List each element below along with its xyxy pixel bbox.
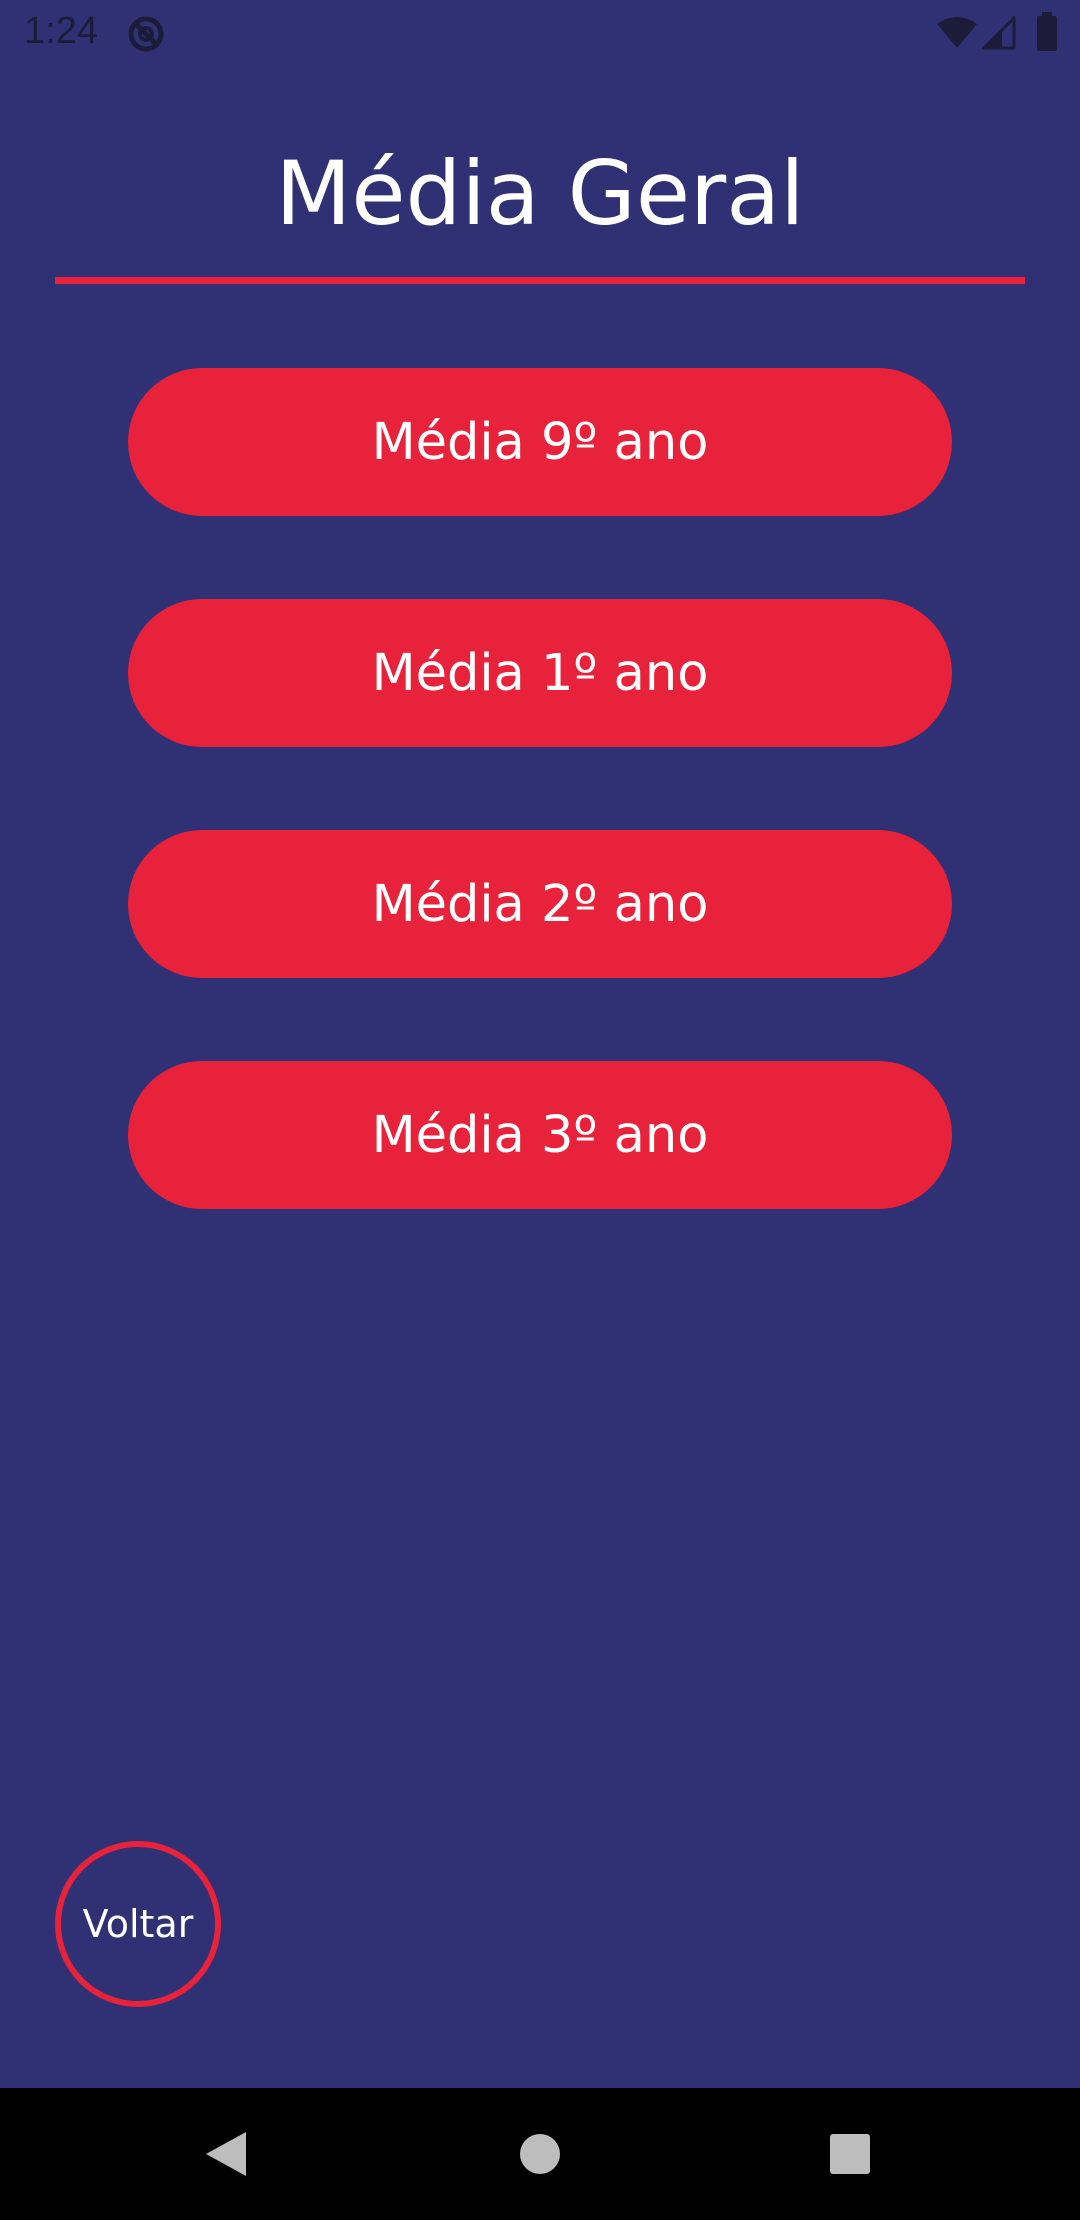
status-bar: 1:24 [0, 0, 1080, 66]
home-icon[interactable] [460, 2088, 620, 2220]
signal-icon [980, 14, 1016, 55]
media-2-ano-button[interactable]: Média 2º ano [128, 830, 952, 978]
media-3-ano-button[interactable]: Média 3º ano [128, 1061, 952, 1209]
navigation-bar [0, 2088, 1080, 2220]
recents-icon[interactable] [770, 2088, 930, 2220]
title-divider [55, 277, 1025, 284]
back-icon[interactable] [146, 2088, 306, 2220]
voltar-button[interactable]: Voltar [55, 1841, 221, 2007]
voltar-label: Voltar [82, 1902, 194, 1946]
media-9-ano-button[interactable]: Média 9º ano [128, 368, 952, 516]
screen: 1:24 Média Geral Média 9º ano Média 1º a… [0, 0, 1080, 2220]
data-saver-icon [126, 14, 166, 59]
media-1-ano-button[interactable]: Média 1º ano [128, 599, 952, 747]
wifi-icon [936, 16, 978, 55]
page-title: Média Geral [275, 142, 805, 245]
battery-icon [1036, 12, 1058, 57]
status-time: 1:24 [24, 10, 98, 52]
